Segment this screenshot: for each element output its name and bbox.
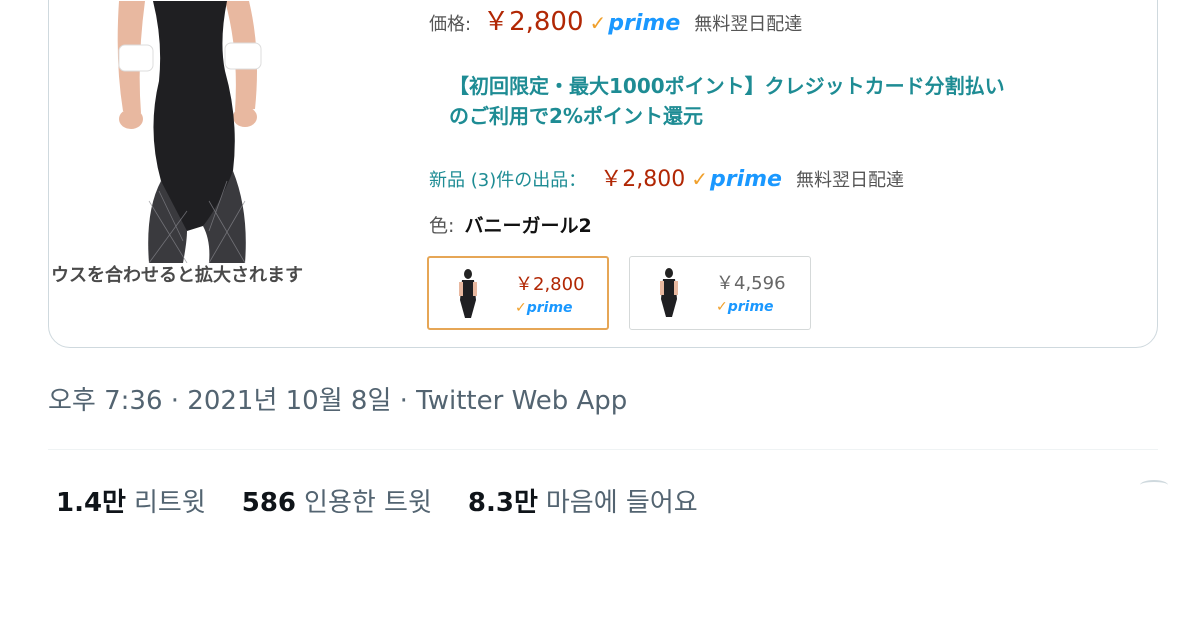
- retweet-count: 1.4만: [56, 488, 126, 518]
- swatch-prime: ✓prime: [515, 300, 573, 316]
- retweet-label: 리트윗: [133, 488, 206, 518]
- bunny-costume-image: [117, 1, 262, 263]
- color-swatch-selected[interactable]: ￥2,800 ✓prime: [427, 256, 609, 330]
- like-count-link[interactable]: 8.3만 마음에 들어요: [468, 482, 698, 519]
- scroll-edge-mark: [1140, 480, 1168, 490]
- color-label: 色:: [429, 215, 455, 237]
- shipping-text: 無料翌日配達: [795, 170, 904, 191]
- prime-check-icon: ✓: [589, 11, 607, 35]
- color-row: 色: バニーガール2: [429, 211, 592, 238]
- swatch-price: ￥4,596: [716, 273, 786, 294]
- price-value: ￥2,800: [483, 7, 584, 37]
- new-offers-link[interactable]: 新品 (3)件の出品：: [429, 166, 586, 192]
- quote-label: 인용한 트윗: [304, 488, 432, 518]
- shipping-text: 無料翌日配達: [694, 14, 803, 35]
- like-count: 8.3만: [467, 488, 538, 518]
- swatch-price: ￥2,800: [515, 274, 585, 295]
- prime-badge: prime: [608, 11, 681, 36]
- price-row: 価格: ￥2,800 ✓ prime 無料翌日配達: [429, 1, 802, 37]
- color-value: バニーガール2: [464, 215, 592, 237]
- embedded-product-card[interactable]: ウスを合わせると拡大されます 価格: ￥2,800 ✓ prime 無料翌日配達…: [48, 0, 1158, 348]
- promo-line-2: のご利用で2%ポイント還元: [449, 104, 703, 128]
- quote-count: 586: [241, 488, 297, 518]
- swatch-prime: ✓prime: [716, 299, 774, 315]
- offers-price: ￥2,800: [600, 167, 686, 192]
- divider: [48, 449, 1158, 450]
- promo-line-1: 【初回限定・最大1000ポイント】クレジットカード分割払い: [449, 74, 1005, 98]
- swatch-thumbnail-icon: [459, 269, 477, 318]
- retweet-count-link[interactable]: 1.4만 리트윗: [56, 482, 206, 519]
- tweet-timestamp[interactable]: 오후 7:36 · 2021년 10월 8일 · Twitter Web App: [48, 380, 627, 417]
- quote-tweet-count-link[interactable]: 586 인용한 트윗: [242, 482, 432, 519]
- like-label: 마음에 들어요: [545, 488, 698, 518]
- swatch-thumbnail-icon: [660, 268, 678, 317]
- promo-link[interactable]: 【初回限定・最大1000ポイント】クレジットカード分割払い のご利用で2%ポイン…: [449, 71, 1109, 131]
- tweet-stats: 1.4만 리트윗 586 인용한 트윗 8.3만 마음에 들어요: [56, 482, 698, 519]
- price-label: 価格:: [429, 14, 472, 35]
- prime-badge: prime: [709, 167, 782, 192]
- prime-check-icon: ✓: [691, 167, 708, 191]
- color-swatch-alt[interactable]: ￥4,596 ✓prime: [629, 256, 811, 330]
- product-photo[interactable]: [49, 1, 389, 263]
- zoom-hint-text: ウスを合わせると拡大されます: [51, 265, 303, 286]
- offers-row: 新品 (3)件の出品： ￥2,800 ✓ prime 無料翌日配達: [429, 161, 904, 193]
